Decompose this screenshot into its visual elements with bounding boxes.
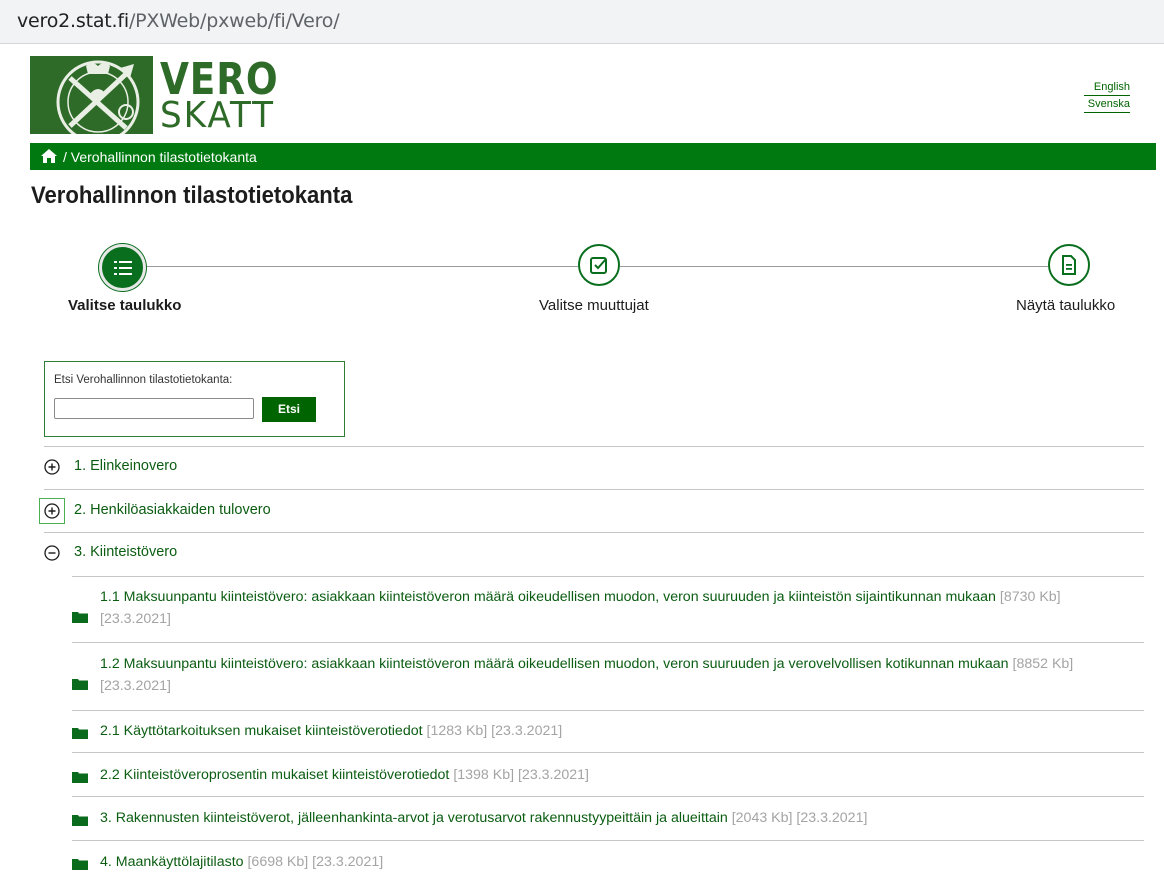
list-icon: [113, 260, 132, 275]
list-item-text[interactable]: 2.2 Kiinteistöveroprosentin mukaiset kii…: [100, 764, 1130, 786]
list-item-text[interactable]: 3. Rakennusten kiinteistöverot, jälleenh…: [100, 807, 1130, 829]
divider: [44, 446, 1144, 447]
folder-icon: [72, 726, 88, 739]
url-path: /PXWeb/pxweb/fi/Vero/: [128, 10, 340, 32]
step-3-label[interactable]: Näytä taulukko: [1016, 297, 1115, 314]
divider: [72, 796, 1144, 797]
list-item-text[interactable]: 1.1 Maksuunpantu kiinteistövero: asiakka…: [100, 586, 1130, 630]
home-icon[interactable]: [40, 148, 58, 164]
breadcrumb-label[interactable]: Verohallinnon tilastotietokanta: [71, 149, 257, 165]
address-bar[interactable]: vero2.stat.fi/PXWeb/pxweb/fi/Vero/: [0, 0, 1164, 44]
step-2-label[interactable]: Valitse muuttujat: [539, 297, 649, 314]
checkbox-icon: [590, 257, 607, 274]
step-1-label[interactable]: Valitse taulukko: [68, 297, 181, 314]
divider: [72, 710, 1144, 711]
table-meta: [6698 Kb] [23.3.2021]: [247, 854, 384, 870]
folder-icon: [72, 610, 88, 623]
list-item-text[interactable]: 4. Maankäyttölajitilasto [6698 Kb] [23.3…: [100, 851, 1130, 873]
divider: [44, 532, 1144, 533]
expand-icon[interactable]: [44, 459, 60, 475]
logo-text-skatt: SKATT: [160, 95, 275, 136]
folder-icon: [72, 677, 88, 690]
vero-skatt-logo[interactable]: VERO SKATT: [30, 54, 278, 136]
breadcrumb-current: / Verohallinnon tilastotietokanta: [63, 149, 257, 165]
divider: [72, 840, 1144, 841]
step-3-circle[interactable]: [1048, 244, 1090, 286]
logo-emblem: [30, 56, 153, 134]
breadcrumb: / Verohallinnon tilastotietokanta: [30, 143, 1156, 170]
table-link[interactable]: 2.1 Käyttötarkoituksen mukaiset kiinteis…: [100, 723, 423, 739]
url-host: vero2.stat.fi: [17, 10, 129, 32]
search-label: Etsi Verohallinnon tilastotietokanta:: [54, 374, 233, 386]
step-connector-2: [620, 266, 1048, 267]
table-link[interactable]: 1.1 Maksuunpantu kiinteistövero: asiakka…: [100, 589, 996, 605]
step-connector-1: [145, 266, 578, 267]
lang-link-english[interactable]: English: [1084, 80, 1130, 96]
search-button[interactable]: Etsi: [262, 397, 316, 422]
tree-node-label[interactable]: 2. Henkilöasiakkaiden tulovero: [74, 502, 271, 518]
folder-icon: [72, 813, 88, 826]
lang-link-svenska[interactable]: Svenska: [1084, 97, 1130, 113]
breadcrumb-separator: /: [63, 149, 67, 165]
expand-icon[interactable]: [39, 498, 65, 524]
url-text[interactable]: vero2.stat.fi/PXWeb/pxweb/fi/Vero/: [17, 10, 340, 32]
table-link[interactable]: 1.2 Maksuunpantu kiinteistövero: asiakka…: [100, 656, 1009, 672]
document-icon: [1062, 255, 1076, 275]
step-2-circle[interactable]: [578, 244, 620, 286]
collapse-icon[interactable]: [44, 545, 60, 561]
divider: [72, 576, 1144, 577]
divider: [72, 752, 1144, 753]
step-1-circle[interactable]: [99, 244, 146, 291]
table-meta: [1283 Kb] [23.3.2021]: [426, 723, 563, 739]
folder-icon: [72, 857, 88, 870]
tree-node-label[interactable]: 3. Kiinteistövero: [74, 544, 177, 560]
table-link[interactable]: 3. Rakennusten kiinteistöverot, jälleenh…: [100, 810, 728, 826]
divider: [72, 642, 1144, 643]
list-item-text[interactable]: 1.2 Maksuunpantu kiinteistövero: asiakka…: [100, 653, 1130, 697]
language-switcher: English Svenska: [1084, 80, 1130, 114]
search-input[interactable]: [54, 398, 254, 419]
table-link[interactable]: 4. Maankäyttölajitilasto: [100, 854, 244, 870]
page-title: Verohallinnon tilastotietokanta: [31, 182, 353, 209]
table-meta: [1398 Kb] [23.3.2021]: [453, 767, 589, 783]
divider: [44, 489, 1144, 490]
tree-node-label[interactable]: 1. Elinkeinovero: [74, 458, 177, 474]
search-panel: Etsi Verohallinnon tilastotietokanta: Et…: [44, 361, 345, 437]
table-link[interactable]: 2.2 Kiinteistöveroprosentin mukaiset kii…: [100, 767, 449, 783]
table-meta: [2043 Kb] [23.3.2021]: [731, 810, 868, 826]
list-item-text[interactable]: 2.1 Käyttötarkoituksen mukaiset kiinteis…: [100, 720, 1130, 742]
folder-icon: [72, 770, 88, 783]
